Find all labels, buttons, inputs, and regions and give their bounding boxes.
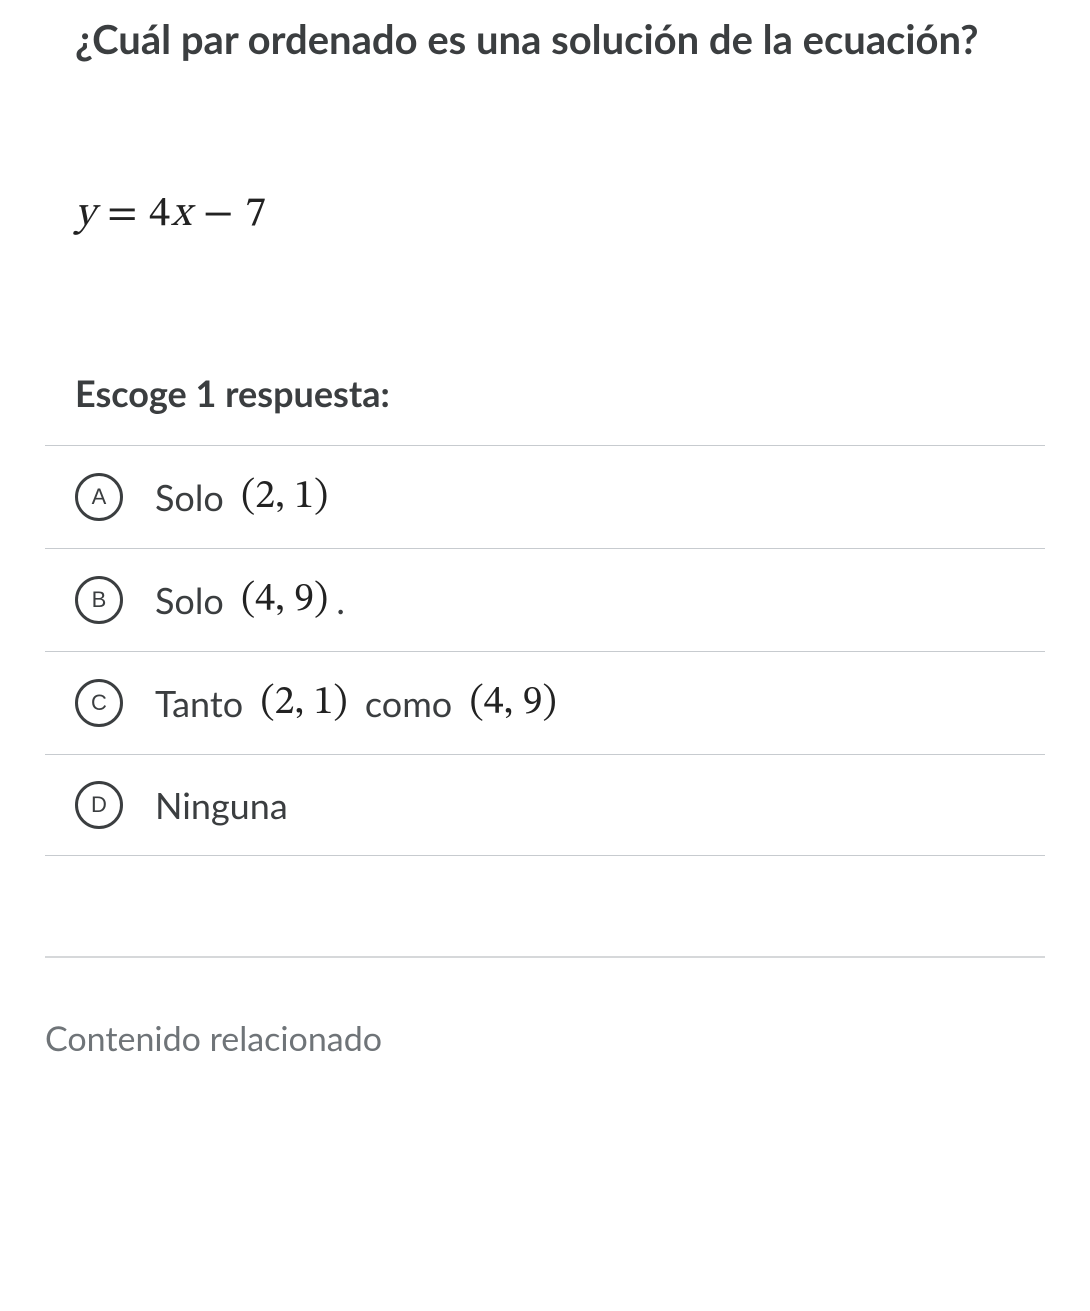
choice-list: A Solo (2, 1) B Solo (4, 9) . C Tanto (2…: [45, 445, 1045, 856]
choice-c[interactable]: C Tanto (2, 1) como (4, 9): [45, 651, 1045, 754]
choice-d-prefix: Ninguna: [155, 783, 288, 827]
choice-a-radio[interactable]: A: [75, 473, 123, 521]
choice-b-prefix: Solo: [155, 578, 233, 622]
choice-b-suffix: .: [336, 578, 345, 622]
choice-d-radio[interactable]: D: [75, 781, 123, 829]
choice-c-label: Tanto (2, 1) como (4, 9): [155, 678, 559, 728]
equation-lhs: y: [75, 193, 96, 235]
choice-c-radio[interactable]: C: [75, 679, 123, 727]
equation-eq: =: [107, 193, 149, 235]
choose-prompt: Escoge 1 respuesta:: [75, 371, 1015, 415]
equation: y = 4x − 7: [75, 188, 1015, 241]
choice-d[interactable]: D Ninguna: [45, 754, 1045, 856]
choice-b-label: Solo (4, 9) .: [155, 575, 345, 625]
choice-b-radio[interactable]: B: [75, 576, 123, 624]
choice-a-pair1: (2, 1): [239, 472, 330, 522]
choice-b-pair1: (4, 9): [239, 575, 330, 625]
related-content-heading: Contenido relacionado: [45, 1018, 1015, 1059]
choice-a[interactable]: A Solo (2, 1): [45, 445, 1045, 548]
section-divider: [45, 956, 1045, 958]
choice-d-label: Ninguna: [155, 783, 288, 827]
choice-a-prefix: Solo: [155, 475, 233, 519]
choice-b[interactable]: B Solo (4, 9) .: [45, 548, 1045, 651]
choice-a-label: Solo (2, 1): [155, 472, 330, 522]
choice-c-pair1: (2, 1): [258, 678, 349, 728]
equation-rhs: 4x − 7: [149, 193, 267, 235]
question-container: ¿Cuál par ordenado es una solución de la…: [0, 10, 1090, 1059]
choice-c-prefix: Tanto: [155, 681, 252, 725]
choice-c-mid: como: [356, 681, 462, 725]
question-title: ¿Cuál par ordenado es una solución de la…: [75, 10, 1015, 68]
choice-c-pair2: (4, 9): [467, 678, 558, 728]
